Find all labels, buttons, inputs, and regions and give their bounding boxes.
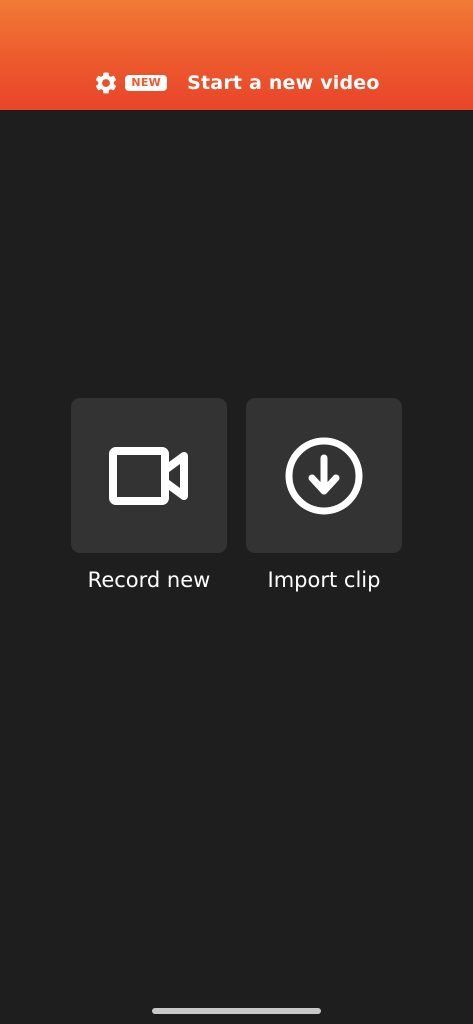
new-badge: NEW: [125, 75, 168, 91]
header-row: NEW Start a new video: [0, 66, 473, 100]
download-circle-icon: [285, 437, 363, 514]
gear-icon[interactable]: [93, 70, 119, 96]
screen: NEW Start a new video Record new Import …: [0, 0, 473, 1024]
home-indicator[interactable]: [152, 1008, 321, 1014]
video-camera-icon: [109, 446, 188, 505]
header-bar: NEW Start a new video: [0, 0, 473, 110]
page-title: Start a new video: [187, 72, 380, 94]
record-new-button[interactable]: Record new: [71, 398, 227, 593]
record-new-tile[interactable]: [71, 398, 227, 553]
gear-icon-svg: [96, 72, 117, 94]
action-grid: Record new Import clip: [71, 398, 402, 593]
record-new-label: Record new: [87, 568, 211, 592]
import-clip-button[interactable]: Import clip: [246, 398, 402, 593]
import-clip-label: Import clip: [267, 568, 381, 592]
import-clip-tile[interactable]: [246, 398, 402, 553]
